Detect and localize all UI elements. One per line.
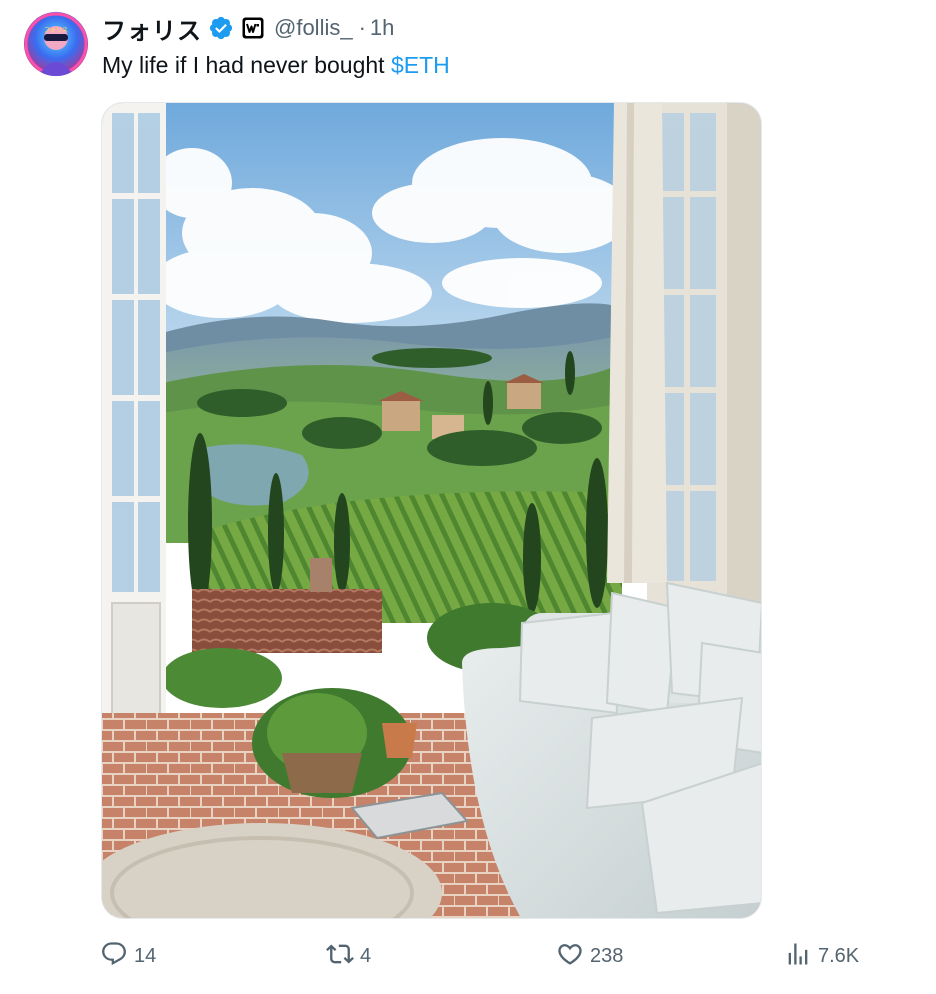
avatar-image: フォリス: [24, 12, 88, 76]
w-badge-icon[interactable]: [242, 17, 264, 39]
views-button[interactable]: 7.6K: [784, 938, 859, 974]
cashtag-link[interactable]: $ETH: [391, 52, 450, 78]
heart-icon: [556, 940, 584, 973]
tweet-action-bar: 14 4 238 7.6K: [0, 938, 936, 974]
display-name[interactable]: フォリス: [102, 11, 202, 46]
like-button[interactable]: 238: [556, 938, 623, 974]
tweet-text: My life if I had never bought $ETH: [102, 52, 450, 79]
tweet: フォリス フォリス @follis_ · 1h My life if I had…: [0, 0, 936, 994]
reply-icon: [100, 940, 128, 973]
reply-button[interactable]: 14: [100, 938, 156, 974]
view-count: 7.6K: [818, 944, 860, 967]
tuscan-view-photo: [102, 103, 761, 918]
retweet-icon: [326, 940, 354, 973]
separator-dot: ·: [358, 15, 366, 40]
reply-count: 14: [134, 944, 157, 967]
tweet-timestamp[interactable]: 1h: [370, 15, 394, 41]
tweet-header: フォリス @follis_ · 1h: [102, 11, 394, 46]
like-count: 238: [590, 944, 624, 967]
retweet-count: 4: [360, 944, 372, 967]
tweet-text-body: My life if I had never bought: [102, 52, 391, 78]
tweet-media-photo[interactable]: [101, 102, 762, 919]
svg-text:フォリス: フォリス: [44, 27, 68, 34]
author-handle[interactable]: @follis_: [274, 15, 353, 41]
retweet-button[interactable]: 4: [326, 938, 371, 974]
avatar[interactable]: フォリス: [24, 12, 88, 76]
verified-badge-icon[interactable]: [208, 15, 234, 41]
bar-chart-icon: [784, 940, 812, 973]
